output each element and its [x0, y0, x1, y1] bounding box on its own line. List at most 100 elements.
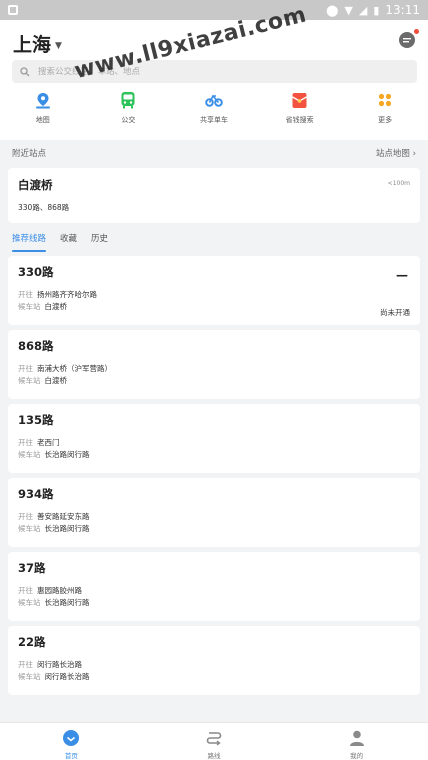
route-direction: 善安路延安东路 [37, 512, 90, 521]
status-icons: ⬤ ▼ ◢ ▮ 13:11 [326, 3, 420, 17]
nav-home[interactable]: 首页 [0, 723, 143, 760]
stop-label: 候车站 [18, 598, 41, 607]
chat-icon [399, 32, 415, 48]
direction-label: 开往 [18, 364, 33, 373]
shortcut-label: 共享单车 [199, 116, 228, 124]
unread-dot [414, 29, 419, 34]
route-direction: 扬州路齐齐哈尔路 [37, 290, 97, 299]
shortcut-label: 地图 [35, 116, 50, 124]
route-name: 330路 [18, 265, 54, 279]
city-name: 上海 [13, 34, 52, 56]
route-direction: 闵行路长治路 [37, 660, 82, 669]
shortcut-label: 更多 [378, 116, 393, 124]
message-button[interactable] [398, 29, 419, 49]
search-bar[interactable] [12, 60, 417, 83]
search-icon [20, 66, 30, 76]
shortcut-save-money[interactable]: 省钱搜索 [257, 91, 343, 125]
nearby-stop-card[interactable]: 白渡桥 <100m 330路、868路 [8, 168, 420, 223]
nearby-section-header: 附近站点 站点地图 › [0, 143, 428, 163]
route-card[interactable]: 22路 开往 闵行路长治路 候车站 闵行路长治路 [8, 626, 420, 695]
tab-favorites[interactable]: 收藏 [60, 230, 77, 252]
nav-label: 路线 [207, 752, 221, 760]
stop-name: 白渡桥 [18, 178, 53, 192]
stop-label: 候车站 [18, 302, 41, 311]
search-input[interactable] [38, 66, 338, 77]
nav-me[interactable]: 我的 [285, 723, 428, 760]
shortcut-label: 省钱搜索 [285, 116, 314, 124]
route-card[interactable]: 868路 开往 南浦大桥（沪军营路） 候车站 白渡桥 [8, 330, 420, 399]
route-info: 开往 南浦大桥（沪军营路） 候车站 白渡桥 [18, 363, 410, 387]
stop-distance: <100m [387, 180, 410, 187]
status-time: 13:11 [385, 3, 420, 17]
route-direction: 老西门 [37, 438, 60, 447]
route-status: 尚未开通 [380, 308, 410, 317]
route-direction: 惠园路胶州路 [37, 586, 82, 595]
route-direction: 南浦大桥（沪军营路） [37, 364, 112, 373]
stop-label: 候车站 [18, 450, 41, 459]
route-name: 135路 [18, 413, 54, 427]
shortcut-bike[interactable]: 共享单车 [171, 91, 257, 125]
bus-icon [119, 91, 137, 109]
caret-down-icon: ▼ [55, 40, 62, 51]
nav-label: 我的 [350, 752, 364, 760]
route-info: 开往 闵行路长治路 候车站 闵行路长治路 [18, 659, 410, 683]
route-card[interactable]: 37路 开往 惠园路胶州路 候车站 长治路闵行路 [8, 552, 420, 621]
route-name: 37路 [18, 561, 46, 575]
person-icon [347, 728, 367, 748]
nav-route[interactable]: 路线 [143, 723, 286, 760]
route-name: 868路 [18, 339, 54, 353]
route-arrival-dash: — [396, 268, 408, 282]
route-stop: 闵行路长治路 [44, 672, 90, 681]
location-icon: ⬤ [326, 3, 339, 17]
notification-icon [8, 5, 18, 15]
route-card[interactable]: 330路 — 开往 扬州路齐齐哈尔路 候车站 白渡桥 尚未开通 [8, 256, 420, 325]
route-tabs: 推荐线路 收藏 历史 [0, 230, 428, 252]
shortcut-bus[interactable]: 公交 [86, 91, 172, 125]
shortcut-more[interactable]: 更多 [342, 91, 428, 125]
wifi-icon: ▼ [344, 3, 353, 17]
route-stop: 长治路闵行路 [44, 450, 90, 459]
route-info: 开往 善安路延安东路 候车站 长治路闵行路 [18, 511, 410, 535]
direction-label: 开往 [18, 438, 33, 447]
route-stop: 长治路闵行路 [44, 598, 90, 607]
route-info: 开往 老西门 候车站 长治路闵行路 [18, 437, 410, 461]
battery-icon: ▮ [373, 3, 380, 17]
stop-label: 候车站 [18, 376, 41, 385]
tab-recommended[interactable]: 推荐线路 [12, 230, 47, 252]
direction-label: 开往 [18, 660, 33, 669]
red-envelope-icon [291, 91, 309, 109]
route-name: 22路 [18, 635, 46, 649]
shortcut-label: 公交 [121, 116, 136, 124]
map-pin-icon [34, 91, 52, 109]
direction-label: 开往 [18, 290, 33, 299]
route-stop: 长治路闵行路 [44, 524, 90, 533]
route-stop: 白渡桥 [44, 302, 68, 311]
grid-icon [376, 91, 394, 109]
tab-history[interactable]: 历史 [91, 230, 108, 252]
route-name: 934路 [18, 487, 54, 501]
route-card[interactable]: 934路 开往 善安路延安东路 候车站 长治路闵行路 [8, 478, 420, 547]
stop-label: 候车站 [18, 524, 41, 533]
nearby-title: 附近站点 [12, 149, 47, 159]
direction-label: 开往 [18, 586, 33, 595]
route-card[interactable]: 135路 开往 老西门 候车站 长治路闵行路 [8, 404, 420, 473]
stop-label: 候车站 [18, 672, 41, 681]
stop-map-link[interactable]: 站点地图 › [376, 147, 416, 159]
shortcut-row: 地图 公交 共享单车 省钱搜索 更多 [0, 91, 428, 125]
home-icon [61, 728, 81, 748]
route-stop: 白渡桥 [44, 376, 68, 385]
signal-icon: ◢ [358, 3, 368, 17]
header: 上海 ▼ 地图 [0, 20, 428, 140]
shortcut-map[interactable]: 地图 [0, 91, 86, 125]
route-info: 开往 扬州路齐齐哈尔路 候车站 白渡桥 [18, 289, 410, 313]
route-info: 开往 惠园路胶州路 候车站 长治路闵行路 [18, 585, 410, 609]
bicycle-icon [205, 91, 223, 109]
city-selector[interactable]: 上海 ▼ [13, 30, 62, 57]
route-list: 330路 — 开往 扬州路齐齐哈尔路 候车站 白渡桥 尚未开通 868路 开往 南浦大… [8, 256, 420, 695]
direction-label: 开往 [18, 512, 33, 521]
stop-lines: 330路、868路 [18, 203, 70, 212]
status-bar: ⬤ ▼ ◢ ▮ 13:11 [0, 0, 428, 20]
bottom-nav: 首页 路线 我的 [0, 722, 428, 760]
nav-label: 首页 [64, 752, 78, 760]
route-icon [204, 728, 224, 748]
